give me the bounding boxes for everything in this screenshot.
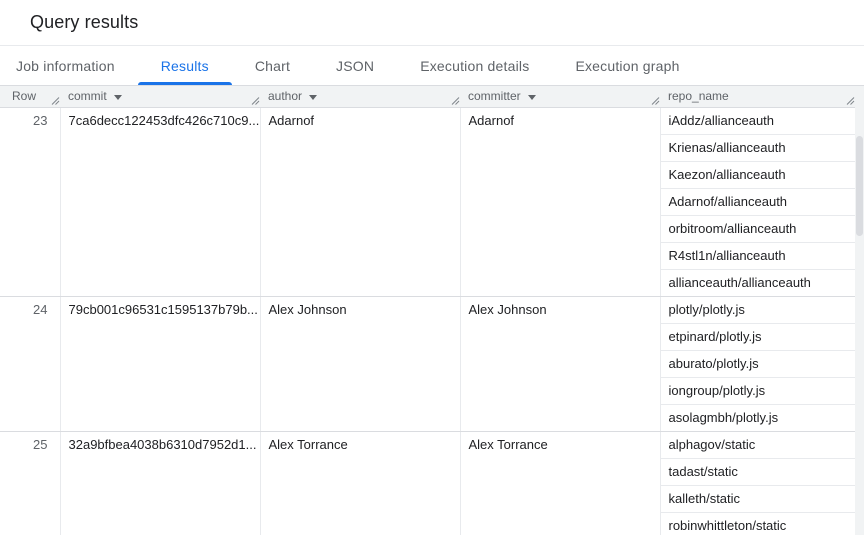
cell-repo-name: Kaezon/allianceauth [660,161,855,188]
cell-repo-name: Krienas/allianceauth [660,134,855,161]
column-header-commit[interactable]: commit [60,86,260,107]
cell-committer: Adarnof [460,107,660,296]
cell-author: Adarnof [260,107,460,296]
cell-repo-name: R4stl1n/allianceauth [660,242,855,269]
table-header-row: Row commit author committer repo_name [0,86,855,107]
cell-repo-name: iongroup/plotly.js [660,377,855,404]
cell-author: Alex Johnson [260,296,460,431]
tab-job-information[interactable]: Job information [0,46,138,85]
cell-commit: 79cb001c96531c1595137b79b... [60,296,260,431]
cell-commit: 32a9bfbea4038b6310d7952d1... [60,431,260,535]
cell-repo-name: robinwhittleton/static [660,512,855,535]
page-title: Query results [30,12,138,33]
column-label: repo_name [668,89,729,103]
cell-repo-name: aburato/plotly.js [660,350,855,377]
cell-repo-name: alphagov/static [660,431,855,458]
column-resize-handle[interactable] [651,92,660,101]
cell-committer: Alex Johnson [460,296,660,431]
tab-execution-details[interactable]: Execution details [397,46,552,85]
table-row: 2532a9bfbea4038b6310d7952d1...Alex Torra… [0,431,855,458]
cell-repo-name: allianceauth/allianceauth [660,269,855,296]
column-resize-handle[interactable] [846,92,855,101]
column-resize-handle[interactable] [251,92,260,101]
cell-repo-name: asolagmbh/plotly.js [660,404,855,431]
column-header-author[interactable]: author [260,86,460,107]
results-table: Row commit author committer repo_name [0,86,856,535]
tab-json[interactable]: JSON [313,46,397,85]
column-label: commit [68,89,107,103]
column-label: committer [468,89,521,103]
tab-results[interactable]: Results [138,46,232,85]
cell-commit: 7ca6decc122453dfc426c710c9... [60,107,260,296]
results-tabbar: Job information Results Chart JSON Execu… [0,46,864,86]
table-row: 237ca6decc122453dfc426c710c9...AdarnofAd… [0,107,855,134]
cell-repo-name: kalleth/static [660,485,855,512]
cell-row-number: 24 [0,296,60,431]
cell-repo-name: etpinard/plotly.js [660,323,855,350]
column-resize-handle[interactable] [451,92,460,101]
filter-dropdown-icon[interactable] [528,95,536,100]
filter-dropdown-icon[interactable] [309,95,317,100]
table-row: 2479cb001c96531c1595137b79b...Alex Johns… [0,296,855,323]
cell-author: Alex Torrance [260,431,460,535]
cell-repo-name: Adarnof/allianceauth [660,188,855,215]
column-resize-handle[interactable] [51,92,60,101]
cell-row-number: 23 [0,107,60,296]
column-label: Row [12,89,36,103]
cell-committer: Alex Torrance [460,431,660,535]
query-results-header: Query results [0,0,864,46]
cell-row-number: 25 [0,431,60,535]
cell-repo-name: plotly/plotly.js [660,296,855,323]
tab-execution-graph[interactable]: Execution graph [552,46,702,85]
cell-repo-name: iAddz/allianceauth [660,107,855,134]
column-header-repo-name[interactable]: repo_name [660,86,855,107]
tab-chart[interactable]: Chart [232,46,313,85]
results-table-body: 237ca6decc122453dfc426c710c9...AdarnofAd… [0,107,855,535]
column-header-row[interactable]: Row [0,86,60,107]
scrollbar-thumb[interactable] [856,136,863,236]
column-label: author [268,89,302,103]
cell-repo-name: tadast/static [660,458,855,485]
filter-dropdown-icon[interactable] [114,95,122,100]
vertical-scrollbar[interactable] [855,86,864,535]
cell-repo-name: orbitroom/allianceauth [660,215,855,242]
column-header-committer[interactable]: committer [460,86,660,107]
results-table-area: Row commit author committer repo_name [0,86,864,535]
